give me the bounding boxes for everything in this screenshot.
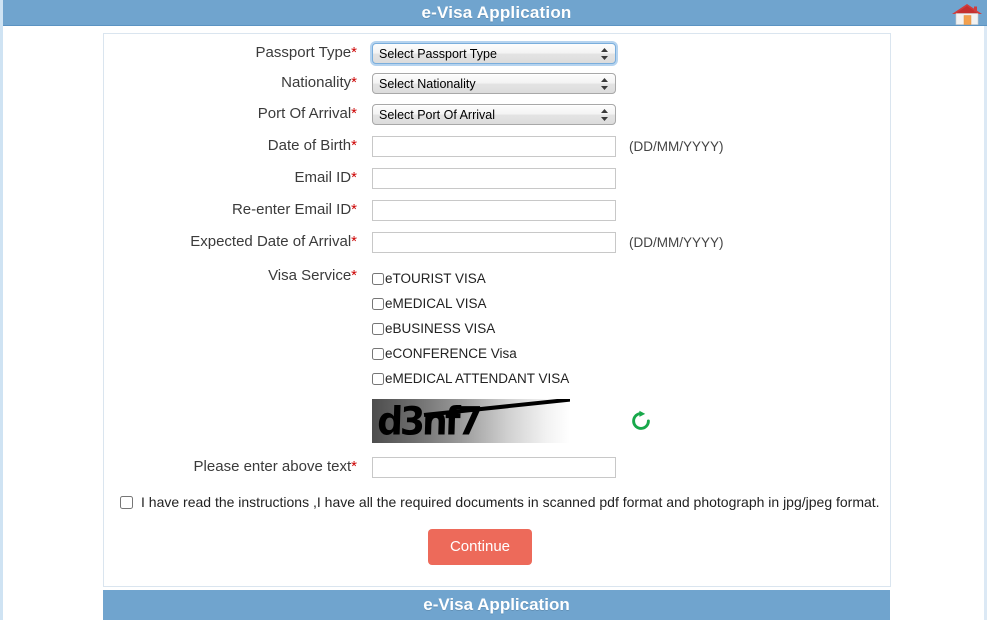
field-captcha-input — [372, 457, 616, 478]
label-visa-service: Visa Service* — [104, 266, 357, 286]
field-expected-date-of-arrival: (DD/MM/YYYY) — [372, 232, 724, 253]
refresh-icon[interactable] — [630, 410, 652, 432]
visa-option-etourist[interactable]: eTOURIST VISA — [372, 266, 569, 291]
captcha-row: d3nf7 — [372, 399, 892, 443]
label-text: Re-enter Email ID — [231, 201, 352, 218]
visa-option-emedical-attendant[interactable]: eMEDICAL ATTENDANT VISA — [372, 366, 569, 391]
visa-service-options: eTOURIST VISA eMEDICAL VISA eBUSINESS VI… — [372, 266, 569, 391]
visa-option-label: eMEDICAL ATTENDANT VISA — [385, 370, 570, 386]
declaration-row[interactable]: I have read the instructions ,I have all… — [120, 494, 892, 510]
form-row-nationality: Nationality* Select Nationality — [104, 73, 892, 94]
label-email-id: Email ID* — [104, 168, 357, 188]
label-text: Date of Birth — [267, 137, 352, 154]
select-wrap-port-of-arrival: Select Port Of Arrival — [372, 104, 616, 125]
hint-expected-date-of-arrival: (DD/MM/YYYY) — [629, 235, 724, 250]
field-passport-type: Select Passport Type — [372, 43, 616, 64]
email-id-input[interactable] — [372, 168, 616, 189]
label-text: Nationality — [281, 74, 352, 91]
application-form-panel: Passport Type* Select Passport Type Nati… — [103, 33, 891, 587]
field-date-of-birth: (DD/MM/YYYY) — [372, 136, 724, 157]
checkbox-emedical-attendant[interactable] — [372, 372, 384, 385]
required-asterisk: * — [351, 267, 357, 284]
footer-title: e-Visa Application — [423, 595, 570, 614]
required-asterisk: * — [351, 201, 357, 218]
declaration-text: I have read the instructions ,I have all… — [141, 494, 880, 510]
captcha-text: d3nf7 — [376, 399, 481, 443]
select-wrap-nationality: Select Nationality — [372, 73, 616, 94]
visa-option-label: eBUSINESS VISA — [385, 320, 496, 336]
label-reenter-email-id: Re-enter Email ID* — [104, 200, 357, 220]
checkbox-declaration[interactable] — [120, 495, 133, 509]
form-fields: Passport Type* Select Passport Type Nati… — [104, 34, 892, 565]
form-row-visa-service: Visa Service* eTOURIST VISA eMEDICAL VIS… — [104, 266, 892, 391]
required-asterisk: * — [351, 105, 357, 122]
visa-option-econference[interactable]: eCONFERENCE Visa — [372, 341, 569, 366]
reenter-email-id-input[interactable] — [372, 200, 616, 221]
captcha-image: d3nf7 — [372, 399, 570, 443]
field-port-of-arrival: Select Port Of Arrival — [372, 104, 616, 125]
checkbox-emedical[interactable] — [372, 297, 384, 310]
visa-option-ebusiness[interactable]: eBUSINESS VISA — [372, 316, 569, 341]
form-row-email-id: Email ID* — [104, 168, 892, 189]
label-passport-type: Passport Type* — [104, 43, 357, 63]
label-text: Please enter above text — [193, 458, 352, 475]
select-port-of-arrival[interactable]: Select Port Of Arrival — [372, 104, 616, 125]
required-asterisk: * — [351, 44, 357, 61]
bottom-banner: e-Visa Application — [103, 590, 890, 620]
form-row-expected-date-of-arrival: Expected Date of Arrival* (DD/MM/YYYY) — [104, 232, 892, 253]
field-reenter-email-id — [372, 200, 616, 221]
visa-option-emedical[interactable]: eMEDICAL VISA — [372, 291, 569, 316]
captcha-input[interactable] — [372, 457, 616, 478]
checkbox-etourist[interactable] — [372, 272, 384, 285]
checkbox-ebusiness[interactable] — [372, 322, 384, 335]
label-date-of-birth: Date of Birth* — [104, 136, 357, 156]
visa-option-label: eMEDICAL VISA — [385, 295, 487, 311]
required-asterisk: * — [351, 74, 357, 91]
top-banner: e-Visa Application — [3, 0, 987, 26]
expected-date-of-arrival-input[interactable] — [372, 232, 616, 253]
visa-option-label: eTOURIST VISA — [385, 270, 486, 286]
label-text: Email ID — [294, 169, 352, 186]
label-text: Expected Date of Arrival — [190, 233, 352, 250]
label-text: Passport Type — [255, 44, 352, 61]
visa-option-label: eCONFERENCE Visa — [385, 345, 517, 361]
select-wrap-passport-type: Select Passport Type — [372, 43, 616, 64]
page-title: e-Visa Application — [421, 3, 572, 22]
continue-button[interactable]: Continue — [427, 529, 533, 565]
form-row-port-of-arrival: Port Of Arrival* Select Port Of Arrival — [104, 104, 892, 125]
submit-row: Continue — [104, 529, 892, 565]
field-email-id — [372, 168, 616, 189]
select-passport-type[interactable]: Select Passport Type — [372, 43, 616, 64]
field-nationality: Select Nationality — [372, 73, 616, 94]
form-row-passport-type: Passport Type* Select Passport Type — [104, 43, 892, 64]
checkbox-econference[interactable] — [372, 347, 384, 360]
home-icon[interactable] — [950, 1, 984, 27]
form-row-reenter-email-id: Re-enter Email ID* — [104, 200, 892, 221]
page-frame: e-Visa Application Passport Type* Select… — [0, 0, 987, 620]
label-text: Port Of Arrival — [257, 105, 352, 122]
label-text: Visa Service — [268, 267, 352, 284]
date-of-birth-input[interactable] — [372, 136, 616, 157]
required-asterisk: * — [351, 137, 357, 154]
form-row-captcha-input: Please enter above text* — [104, 457, 892, 478]
label-nationality: Nationality* — [104, 73, 357, 93]
label-expected-date-of-arrival: Expected Date of Arrival* — [104, 232, 357, 252]
form-row-date-of-birth: Date of Birth* (DD/MM/YYYY) — [104, 136, 892, 157]
label-captcha-input: Please enter above text* — [104, 457, 357, 477]
label-port-of-arrival: Port Of Arrival* — [104, 104, 357, 124]
required-asterisk: * — [351, 169, 357, 186]
required-asterisk: * — [351, 233, 357, 250]
select-nationality[interactable]: Select Nationality — [372, 73, 616, 94]
required-asterisk: * — [351, 458, 357, 475]
hint-date-of-birth: (DD/MM/YYYY) — [629, 139, 724, 154]
